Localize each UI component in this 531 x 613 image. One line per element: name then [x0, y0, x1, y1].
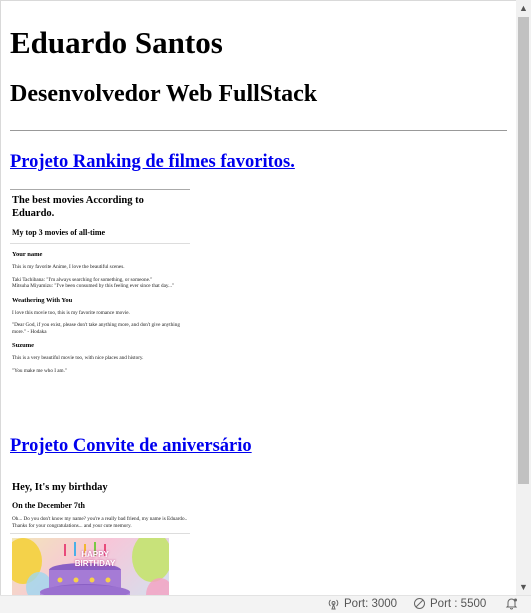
browser-viewport: Eduardo Santos Desenvolvedor Web FullSta… — [0, 0, 516, 595]
movie-text: This is a very beautiful movie too, with… — [12, 355, 144, 361]
ranking-subtitle: My top 3 movies of all-time — [12, 228, 106, 237]
invite-title: Hey, It's my birthday — [12, 482, 108, 493]
movie-text: This is my favorite Anime, I love the be… — [12, 264, 125, 270]
divider — [10, 130, 507, 131]
cake-banner-text: HAPPY BIRTHDAY — [74, 550, 116, 568]
invite-divider — [10, 533, 190, 534]
bell-icon — [505, 598, 518, 610]
scroll-down-arrow-icon[interactable]: ▼ — [519, 582, 528, 592]
movie-quote: "Dear God, if you exist, please don't ta… — [12, 322, 180, 335]
invite-date: On the December 7th — [12, 501, 85, 510]
movie-text: I love this movie too, this is my favori… — [12, 309, 130, 316]
port-3000-item[interactable]: Port: 3000 — [327, 597, 397, 610]
birthday-cake-image: HAPPY BIRTHDAY — [12, 538, 169, 595]
status-bar: Port: 3000 Port : 5500 — [0, 595, 531, 613]
ranking-title: The best movies According to Eduardo. — [12, 195, 144, 219]
ranking-divider — [10, 243, 190, 244]
port-5500-item[interactable]: Port : 5500 — [413, 597, 486, 610]
page-content: Eduardo Santos Desenvolvedor Web FullSta… — [1, 25, 516, 595]
ranking-preview-frame[interactable]: The best movies According to Eduardo. My… — [10, 189, 190, 390]
project-link-invite[interactable]: Projeto Convite de aniversário — [10, 436, 507, 457]
scroll-up-arrow-icon[interactable]: ▲ — [519, 3, 528, 13]
block-icon — [414, 598, 425, 609]
invite-text: Oh... Do you don't know my name? you're … — [12, 516, 188, 529]
movie-title: Your name — [12, 251, 43, 258]
movie-title: Suzume — [12, 342, 35, 349]
movie-quote: Mitsuha Miyamizu: "I've been consumed by… — [12, 283, 175, 289]
scrollbar-thumb[interactable] — [518, 17, 529, 484]
movie-title: Weathering With You — [12, 296, 73, 304]
page-subtitle: Desenvolvedor Web FullStack — [10, 81, 318, 107]
notifications-item[interactable] — [505, 597, 518, 610]
page-title: Eduardo Santos — [10, 25, 223, 60]
movie-quote: "You make me who I am." — [12, 367, 67, 374]
project-link-ranking[interactable]: Projeto Ranking de filmes favoritos. — [10, 152, 507, 173]
port-5500-label: Port : 5500 — [430, 597, 487, 610]
vertical-scrollbar[interactable]: ▲ ▼ — [516, 0, 531, 595]
broadcast-icon — [328, 599, 339, 610]
port-3000-label: Port: 3000 — [344, 597, 398, 610]
invite-preview-frame[interactable]: Hey, It's my birthday On the December 7t… — [10, 476, 190, 595]
